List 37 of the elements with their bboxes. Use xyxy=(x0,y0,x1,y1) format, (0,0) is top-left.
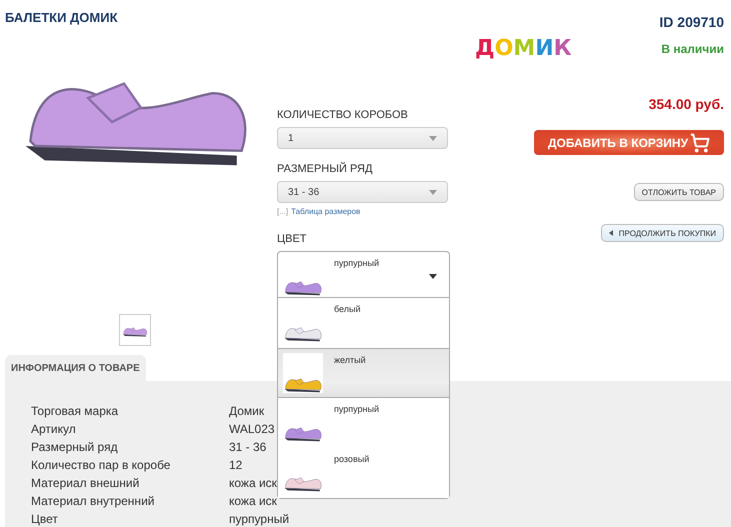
spec-name: Артикул xyxy=(31,421,77,438)
link-prefix: [...] xyxy=(277,207,288,216)
spec-name: Цвет xyxy=(31,511,59,527)
availability-status: В наличии xyxy=(661,42,724,56)
color-select[interactable]: пурпурный xyxy=(277,251,450,298)
spec-value: кожа иск xyxy=(229,475,278,492)
caret-icon xyxy=(429,190,437,194)
field-label: ЦВЕТ xyxy=(277,232,308,246)
spec-name: Торговая марка xyxy=(31,403,120,420)
product-title: БАЛЕТКИ ДОМИК xyxy=(5,10,118,26)
spec-value: пурпурный xyxy=(229,511,290,527)
field-label: РАЗМЕРНЫЙ РЯД xyxy=(277,162,374,176)
spec-name: Материал внутренний xyxy=(31,493,156,510)
select-field[interactable]: 1 xyxy=(277,127,448,149)
left-triangle-icon xyxy=(608,230,613,236)
info-tab[interactable]: ИНФОРМАЦИЯ О ТОВАРЕ xyxy=(5,355,146,381)
field-label: КОЛИЧЕСТВО КОРОБОВ xyxy=(277,108,409,122)
product-id: ID 209710 xyxy=(659,14,724,30)
spec-value: кожа иск xyxy=(229,493,278,510)
spec-value: WAL023 xyxy=(229,421,276,438)
dropdown-option[interactable]: желтый xyxy=(278,348,449,398)
size-chart-link[interactable]: Таблица размеров xyxy=(291,207,360,216)
spec-value: Домик xyxy=(229,403,266,420)
caret-icon xyxy=(429,274,437,279)
thumbnail-button[interactable] xyxy=(119,314,151,346)
spec-name: Количество пар в коробе xyxy=(31,457,172,474)
spec-name: Материал внешний xyxy=(31,475,140,492)
continue-shopping-button[interactable]: ПРОДОЛЖИТЬ ПОКУПКИ xyxy=(600,224,724,242)
cart-icon xyxy=(690,132,710,152)
price: 354.00 руб. xyxy=(648,96,724,112)
spec-value: 12 xyxy=(229,457,244,474)
select-field[interactable]: 31 - 36 xyxy=(277,181,448,203)
spec-name: Размерный ряд xyxy=(31,439,119,456)
save-item-button[interactable]: ОТЛОЖИТЬ ТОВАР xyxy=(634,183,724,201)
spec-value: 31 - 36 xyxy=(229,439,268,456)
caret-icon xyxy=(429,136,437,140)
brand-logo: ДОМИК xyxy=(475,36,572,61)
